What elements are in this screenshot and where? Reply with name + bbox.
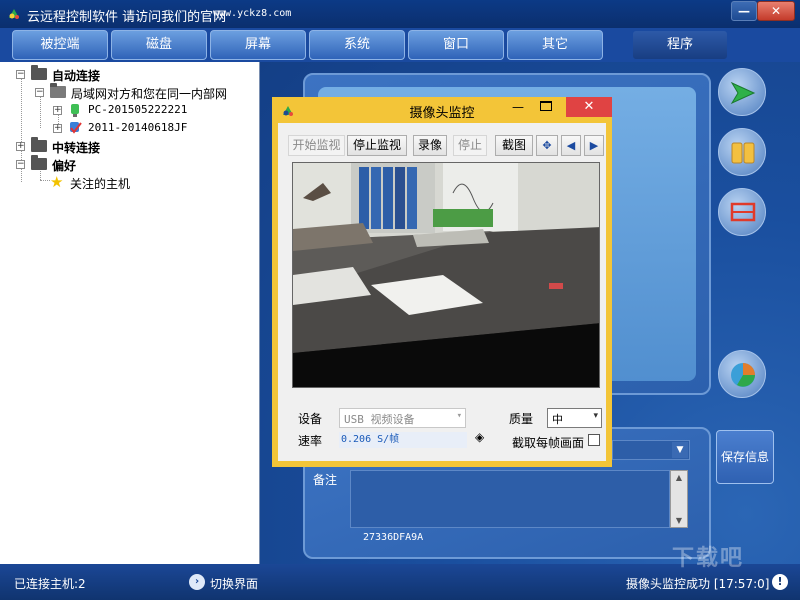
tab-window[interactable]: 窗口 — [408, 30, 504, 60]
chart-button[interactable] — [718, 350, 766, 398]
camera-monitor-dialog: 摄像头监控 — ✕ 开始监视 停止监视 录像 停止 截图 ✥ ◀ ▶ 设备 US… — [272, 97, 612, 467]
tree-node-label: 局域网对方和您在同一内部网 — [71, 87, 228, 101]
camera-video-feed — [292, 162, 600, 388]
close-icon: ✕ — [770, 4, 782, 18]
tab-disk[interactable]: 磁盘 — [111, 30, 207, 60]
pie-chart-icon — [731, 363, 755, 387]
capture-every-frame-checkbox[interactable] — [588, 434, 600, 446]
screenshot-button[interactable]: 截图 — [495, 135, 533, 156]
stop-record-button[interactable]: 停止 — [453, 135, 487, 156]
folder-icon — [31, 137, 47, 152]
scroll-up-icon[interactable]: ▲ — [671, 473, 687, 482]
camera-frame-image — [293, 163, 599, 387]
tab-other[interactable]: 其它 — [507, 30, 603, 60]
connected-hosts-status: 已连接主机:2 — [14, 577, 86, 591]
website-url[interactable]: www.yckz8.com — [213, 8, 291, 19]
host-checked-icon — [70, 122, 82, 134]
title-bar: 云远程控制软件 请访问我们的官网 www.yckz8.com — ✕ — [0, 0, 800, 28]
info-icon[interactable]: ! — [772, 574, 788, 590]
expand-toggle[interactable]: + — [53, 106, 62, 115]
screen-frame-button[interactable] — [718, 188, 766, 236]
close-button[interactable]: ✕ — [757, 1, 795, 21]
tree-node-label: 偏好 — [52, 159, 77, 173]
status-message: 摄像头监控成功 [17:57:0] — [626, 577, 770, 591]
tree-node-label: 关注的主机 — [70, 177, 131, 191]
quality-label: 质量 — [509, 412, 534, 426]
dialog-minimize-button[interactable]: — — [512, 100, 524, 114]
device-select[interactable]: USB 视频设备 ▾ — [339, 408, 466, 428]
dialog-title-bar[interactable]: 摄像头监控 — ✕ — [272, 97, 612, 123]
star-icon: ★ — [50, 173, 64, 191]
record-button[interactable]: 录像 — [413, 135, 447, 156]
rate-adjust-icon[interactable]: ◈ — [475, 430, 484, 444]
quality-select[interactable]: 中 ▾ — [547, 408, 602, 428]
save-info-button[interactable]: 保存信息 — [716, 430, 774, 484]
rate-field[interactable]: 0.206 S/帧 — [339, 432, 467, 448]
folder-open-icon — [50, 83, 66, 98]
connect-arrow-button[interactable] — [718, 68, 766, 116]
next-icon[interactable]: ▶ — [584, 135, 604, 156]
tree-node-label: PC-201505222221 — [88, 103, 188, 116]
host-combo[interactable]: ▼ — [612, 440, 690, 460]
watermark-text: 下载吧 — [672, 546, 745, 571]
window-title: 云远程控制软件 请访问我们的官网 — [27, 10, 227, 25]
dialog-maximize-button[interactable] — [540, 101, 552, 111]
dialog-body: 开始监视 停止监视 录像 停止 截图 ✥ ◀ ▶ 设备 USB 视频设备 ▾ 质… — [278, 123, 606, 461]
chevron-down-icon: ▾ — [593, 411, 598, 421]
tab-program[interactable]: 程序 — [632, 30, 728, 60]
dialog-title: 摄像头监控 — [409, 106, 475, 121]
rate-label: 速率 — [298, 434, 323, 448]
previous-icon[interactable]: ◀ — [561, 135, 581, 156]
app-logo-icon — [9, 9, 19, 19]
collapse-toggle[interactable]: − — [16, 160, 25, 169]
quality-value: 中 — [552, 413, 563, 426]
host-tree: − 自动连接 − 局域网对方和您在同一内部网 + PC-201505222221… — [0, 62, 260, 564]
tree-line — [40, 180, 50, 181]
dialog-close-button[interactable]: ✕ — [566, 97, 612, 117]
book-button[interactable] — [718, 128, 766, 176]
switch-view-icon[interactable]: › — [189, 574, 205, 590]
folder-icon — [31, 155, 47, 170]
collapse-toggle[interactable]: − — [35, 88, 44, 97]
capture-every-frame-label: 截取每帧画面 — [512, 436, 585, 450]
main-tab-bar: 被控端 磁盘 屏幕 系统 窗口 其它 程序 — [0, 28, 800, 62]
scroll-down-icon[interactable]: ▼ — [671, 516, 687, 525]
folder-icon — [31, 65, 47, 80]
online-host-icon — [71, 104, 79, 117]
device-value: USB 视频设备 — [344, 413, 415, 426]
notes-scrollbar[interactable]: ▲ ▼ — [670, 470, 688, 528]
collapse-toggle[interactable]: − — [16, 70, 25, 79]
tab-screen[interactable]: 屏幕 — [210, 30, 306, 60]
tab-system[interactable]: 系统 — [309, 30, 405, 60]
tree-node-label: 中转连接 — [52, 141, 101, 155]
book-icon — [731, 142, 755, 164]
tree-node-label: 2011-20140618JF — [88, 121, 188, 134]
stop-monitor-button[interactable]: 停止监视 — [347, 135, 407, 156]
frame-icon — [730, 202, 756, 222]
start-monitor-button[interactable]: 开始监视 — [288, 135, 345, 156]
host-id-text: 27336DFA9A — [363, 532, 424, 543]
tree-line — [40, 92, 41, 128]
expand-toggle[interactable]: + — [53, 124, 62, 133]
switch-view-button[interactable]: 切换界面 — [210, 575, 258, 592]
chevron-down-icon[interactable]: ▼ — [672, 442, 688, 458]
tree-node-label: 自动连接 — [52, 69, 101, 83]
device-label: 设备 — [298, 412, 323, 426]
minimize-icon: — — [738, 4, 750, 18]
expand-toggle[interactable]: + — [16, 142, 25, 151]
notes-label: 备注 — [313, 473, 338, 487]
tab-controlled[interactable]: 被控端 — [12, 30, 108, 60]
notes-textarea[interactable] — [350, 470, 670, 528]
arrow-right-icon — [730, 81, 756, 105]
fit-view-icon[interactable]: ✥ — [536, 135, 558, 156]
minimize-button[interactable]: — — [731, 1, 757, 21]
chevron-down-icon: ▾ — [456, 411, 462, 421]
